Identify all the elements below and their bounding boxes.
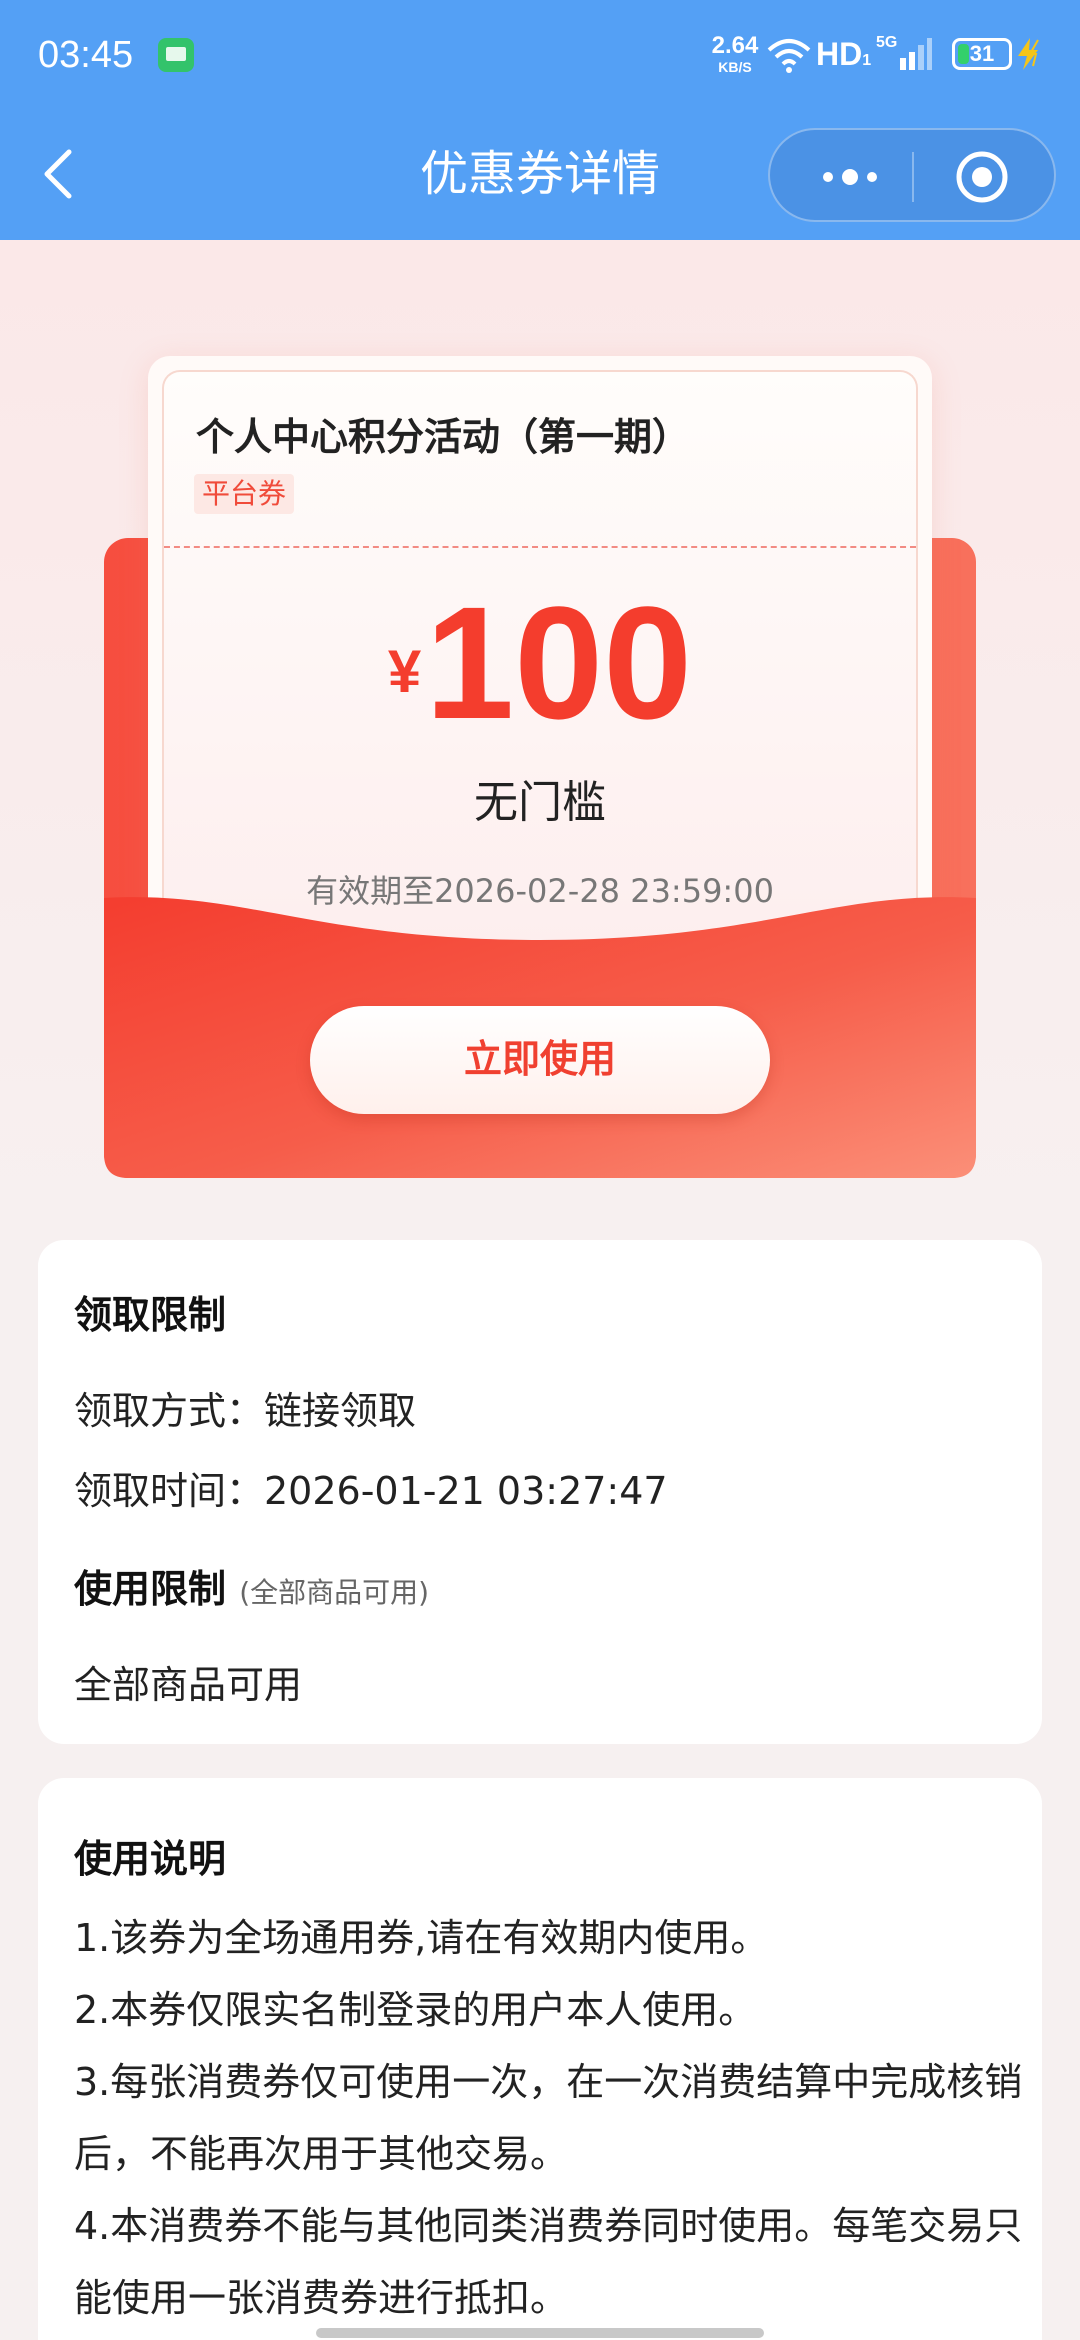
instructions-heading: 使用说明	[74, 1837, 227, 1881]
currency-symbol: ¥	[387, 638, 422, 705]
status-time: 03:45	[38, 34, 134, 76]
coupon-name: 个人中心积分活动（第一期）	[196, 415, 691, 459]
instructions-panel: 使用说明 1.该券为全场通用券,请在有效期内使用。 2.本券仅限实名制登录的用户…	[38, 1778, 1042, 2340]
usage-limits-note: (全部商品可用)	[239, 1576, 430, 1609]
battery-icon: 31	[952, 38, 1012, 70]
hd-indicator: HD1	[816, 36, 872, 72]
status-bar: 03:45 2.64 KB/S HD1 5G 31	[0, 0, 1080, 110]
target-circle-icon	[956, 151, 1008, 203]
signal-icon	[900, 38, 932, 70]
nav-bar: 优惠券详情	[0, 120, 1080, 230]
close-mini-program-button[interactable]	[932, 144, 1032, 210]
mini-program-capsule	[768, 128, 1056, 222]
home-indicator[interactable]	[316, 2328, 764, 2338]
wifi-icon	[767, 39, 811, 73]
claim-time: 领取时间：2026-01-21 03:27:47	[74, 1469, 668, 1513]
instruction-item: 4.本消费券不能与其他同类消费券同时使用。每笔交易只能使用一张消费券进行抵扣。	[74, 2204, 1023, 2320]
network-speed: 2.64 KB/S	[711, 32, 759, 75]
usage-limits-value: 全部商品可用	[74, 1663, 303, 1707]
coupon-amount: ¥100	[0, 578, 1080, 748]
use-now-button[interactable]: 立即使用	[310, 1006, 770, 1114]
capsule-divider	[912, 152, 914, 202]
header: 03:45 2.64 KB/S HD1 5G 31 优惠券详情	[0, 0, 1080, 240]
limits-panel: 领取限制 领取方式：链接领取 领取时间：2026-01-21 03:27:47 …	[38, 1240, 1042, 1744]
more-dots-icon	[823, 169, 877, 185]
coupon-type-badge: 平台券	[194, 474, 295, 514]
instructions-list: 1.该券为全场通用券,请在有效期内使用。 2.本券仅限实名制登录的用户本人使用。…	[74, 1902, 1034, 2334]
more-button[interactable]	[800, 144, 900, 210]
message-notification-icon	[158, 38, 194, 72]
charging-icon	[1018, 38, 1039, 70]
coupon-threshold: 无门槛	[474, 777, 606, 828]
usage-limits-heading: 使用限制 (全部商品可用)	[74, 1567, 430, 1611]
claim-method: 领取方式：链接领取	[74, 1389, 417, 1433]
amount-value: 100	[425, 573, 693, 752]
instruction-item: 1.该券为全场通用券,请在有效期内使用。	[74, 1916, 769, 1960]
instruction-item: 3.每张消费券仅可使用一次，在一次消费结算中完成核销后，不能再次用于其他交易。	[74, 2060, 1023, 2176]
instruction-item: 2.本券仅限实名制登录的用户本人使用。	[74, 1988, 757, 2032]
claim-limits-heading: 领取限制	[74, 1293, 227, 1337]
coupon-divider	[164, 546, 916, 548]
